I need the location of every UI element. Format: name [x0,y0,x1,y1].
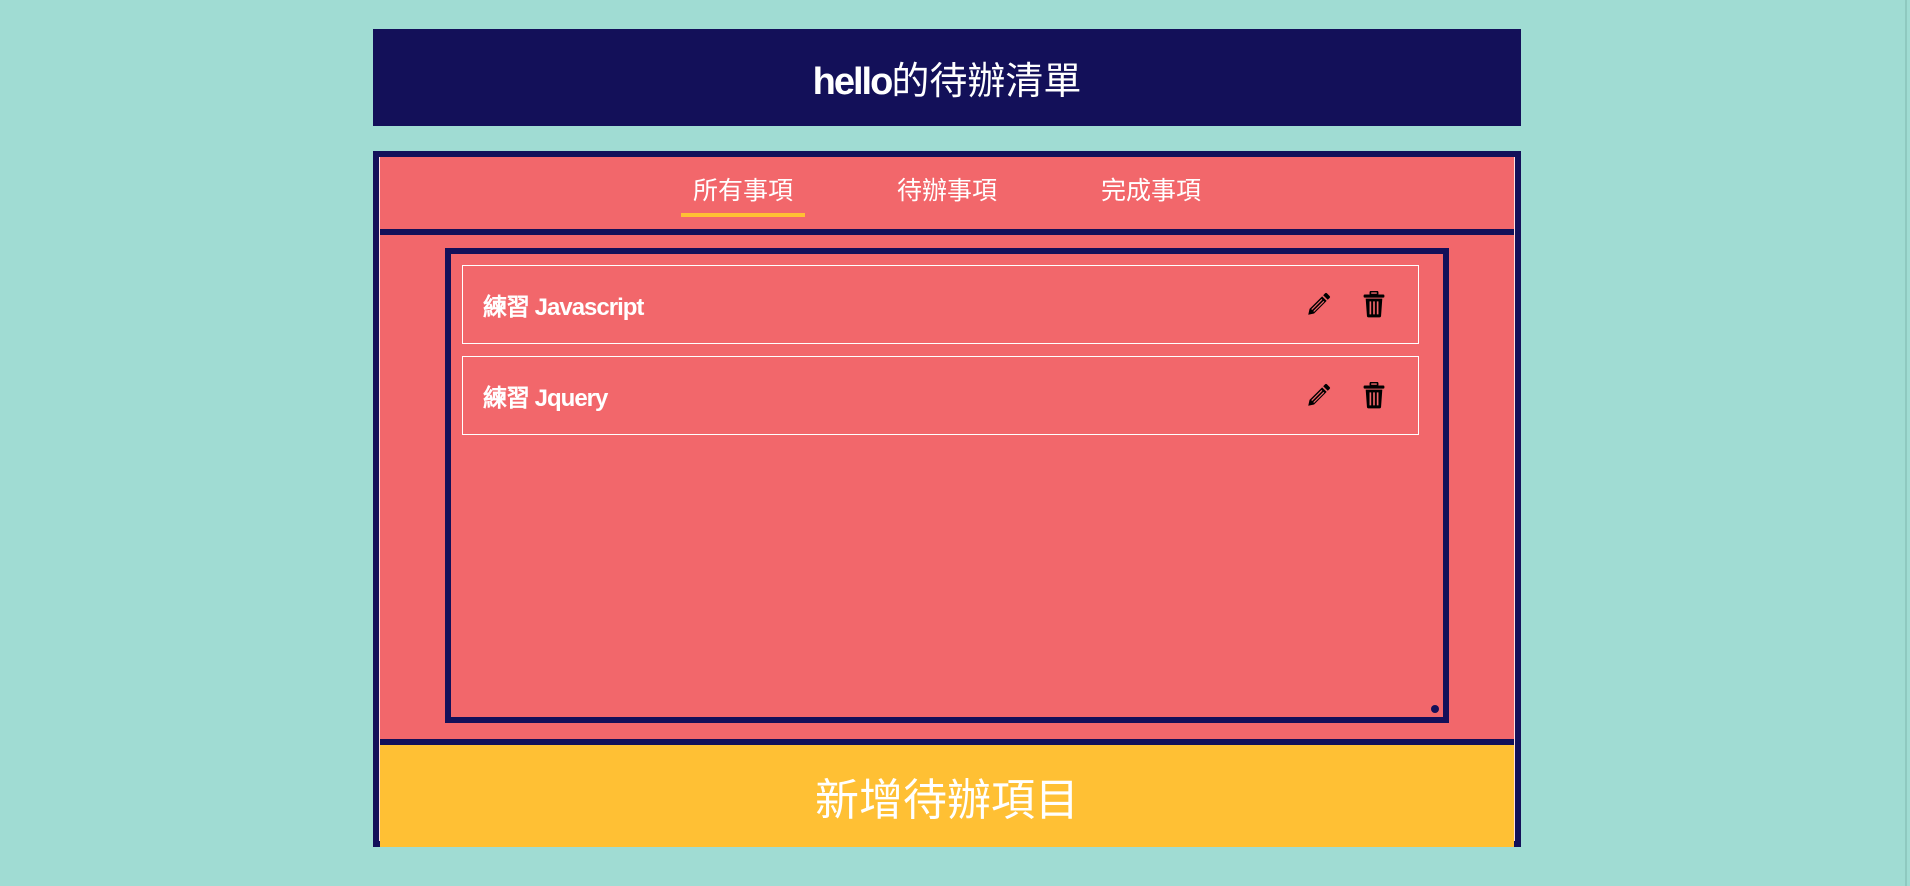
app-header: hello的待辦清單 [373,29,1521,126]
tab-pending[interactable]: 待辦事項 [885,168,1009,218]
todo-list[interactable]: 練習 Javascript 練習 Jquery [445,248,1449,723]
add-todo-button[interactable]: 新增待辦項目 [380,745,1514,847]
todo-item-label: 練習 Jquery [483,385,608,412]
todo-panel: 所有事項 待辦事項 完成事項 練習 Javascript 練習 Jquery 新… [373,151,1521,847]
scrollbar-thumb[interactable] [1905,0,1907,886]
todo-item-label: 練習 Javascript [483,294,644,321]
pencil-icon[interactable] [1304,382,1332,410]
tab-completed[interactable]: 完成事項 [1089,168,1213,218]
pencil-icon[interactable] [1304,291,1332,319]
todo-item-actions [1304,266,1388,343]
todo-item-actions [1304,357,1388,434]
tab-all[interactable]: 所有事項 [680,168,806,218]
scrollbar[interactable] [1905,0,1910,886]
trash-icon[interactable] [1360,291,1388,319]
todo-item[interactable]: 練習 Javascript [462,265,1419,344]
title-suffix: 的待辦清單 [891,59,1082,103]
page-title: hello的待辦清單 [813,50,1082,105]
resize-handle[interactable] [1431,705,1439,713]
tabs-divider [380,229,1514,235]
todo-item[interactable]: 練習 Jquery [462,356,1419,435]
todo-panel-inner: 所有事項 待辦事項 完成事項 練習 Javascript 練習 Jquery 新… [379,157,1515,847]
trash-icon[interactable] [1360,382,1388,410]
filter-tabs: 所有事項 待辦事項 完成事項 [380,157,1514,229]
user-name: hello [812,61,894,103]
